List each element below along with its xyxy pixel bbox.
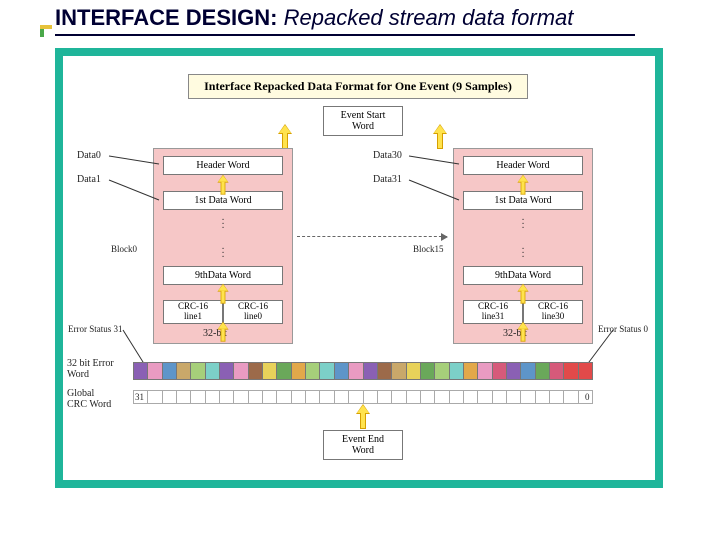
global-crc-row-label: GlobalCRC Word bbox=[67, 388, 111, 410]
global-crc-bar bbox=[133, 390, 593, 404]
arrow-icon bbox=[517, 175, 528, 196]
title-bold: INTERFACE DESIGN: bbox=[55, 5, 277, 30]
vertical-ellipsis-icon: ··· bbox=[217, 248, 229, 260]
event-end-word-box: Event EndWord bbox=[323, 430, 403, 460]
vertical-ellipsis-icon: ··· bbox=[517, 248, 529, 260]
crc-line30-box: CRC-16line30 bbox=[523, 300, 583, 324]
event-start-word-box: Event StartWord bbox=[323, 106, 403, 136]
title-underline bbox=[55, 34, 635, 36]
crc-line1-box: CRC-16line1 bbox=[163, 300, 223, 324]
error-status-31-label: Error Status 31 bbox=[68, 324, 123, 334]
diagram-frame: Interface Repacked Data Format for One E… bbox=[55, 48, 663, 488]
arrow-icon bbox=[217, 322, 228, 343]
block15-label: Block15 bbox=[413, 244, 444, 254]
arrow-icon bbox=[433, 124, 447, 150]
bit-0-label: 0 bbox=[585, 392, 590, 402]
arrow-icon bbox=[517, 284, 528, 305]
vertical-ellipsis-icon: ··· bbox=[517, 219, 529, 231]
slide-title: INTERFACE DESIGN: Repacked stream data f… bbox=[55, 5, 573, 31]
error-word-row-label: 32 bit ErrorWord bbox=[67, 358, 114, 380]
arrow-icon bbox=[217, 175, 228, 196]
diagram-subtitle: Interface Repacked Data Format for One E… bbox=[188, 74, 528, 99]
data0-label: Data0 bbox=[77, 150, 101, 161]
dashed-arrow-icon bbox=[297, 236, 447, 237]
crc-line0-box: CRC-16line0 bbox=[223, 300, 283, 324]
crc-line31-box: CRC-16line31 bbox=[463, 300, 523, 324]
error-status-0-label: Error Status 0 bbox=[598, 324, 648, 334]
block0-label: Block0 bbox=[111, 244, 137, 254]
vertical-ellipsis-icon: ··· bbox=[217, 219, 229, 231]
error-status-bar bbox=[133, 362, 593, 380]
header-word-box: Header Word bbox=[463, 156, 583, 175]
arrow-icon bbox=[217, 284, 228, 305]
data30-label: Data30 bbox=[373, 150, 402, 161]
bit-31-label: 31 bbox=[135, 392, 144, 402]
arrow-icon bbox=[356, 404, 370, 430]
data1-label: Data1 bbox=[77, 174, 101, 185]
ninth-data-word-box: 9thData Word bbox=[463, 266, 583, 285]
slide-accent bbox=[40, 25, 52, 37]
arrow-icon bbox=[517, 322, 528, 343]
header-word-box: Header Word bbox=[163, 156, 283, 175]
data31-label: Data31 bbox=[373, 174, 402, 185]
title-italic: Repacked stream data format bbox=[284, 5, 574, 30]
arrow-icon bbox=[278, 124, 292, 150]
ninth-data-word-box: 9thData Word bbox=[163, 266, 283, 285]
